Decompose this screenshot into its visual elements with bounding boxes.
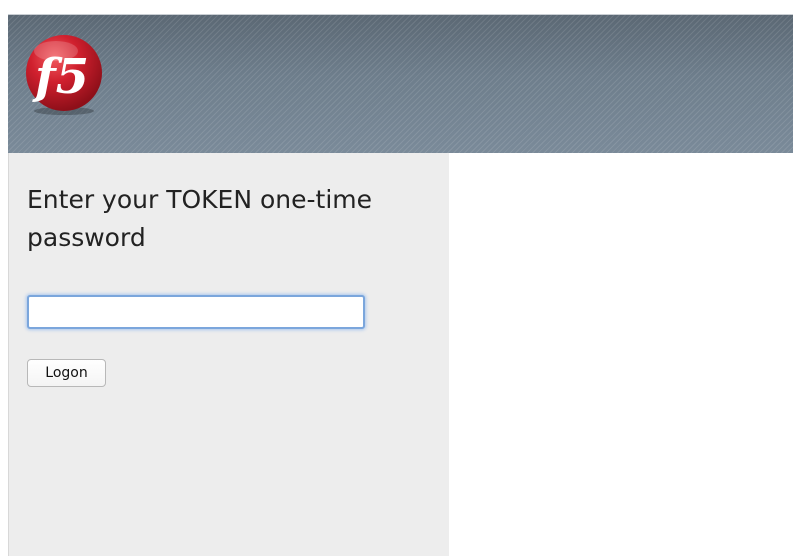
- logo-text: f5: [32, 49, 89, 105]
- logon-button[interactable]: Logon: [27, 359, 106, 387]
- page: f5 Enter your TOKEN one-time password Lo…: [0, 0, 793, 556]
- f5-logo-icon: f5: [26, 35, 102, 115]
- header-banner: f5: [8, 14, 793, 153]
- top-strip: [0, 0, 793, 14]
- login-panel: Enter your TOKEN one-time password Logon: [8, 153, 449, 556]
- otp-password-input[interactable]: [27, 295, 365, 329]
- otp-prompt: Enter your TOKEN one-time password: [27, 185, 373, 252]
